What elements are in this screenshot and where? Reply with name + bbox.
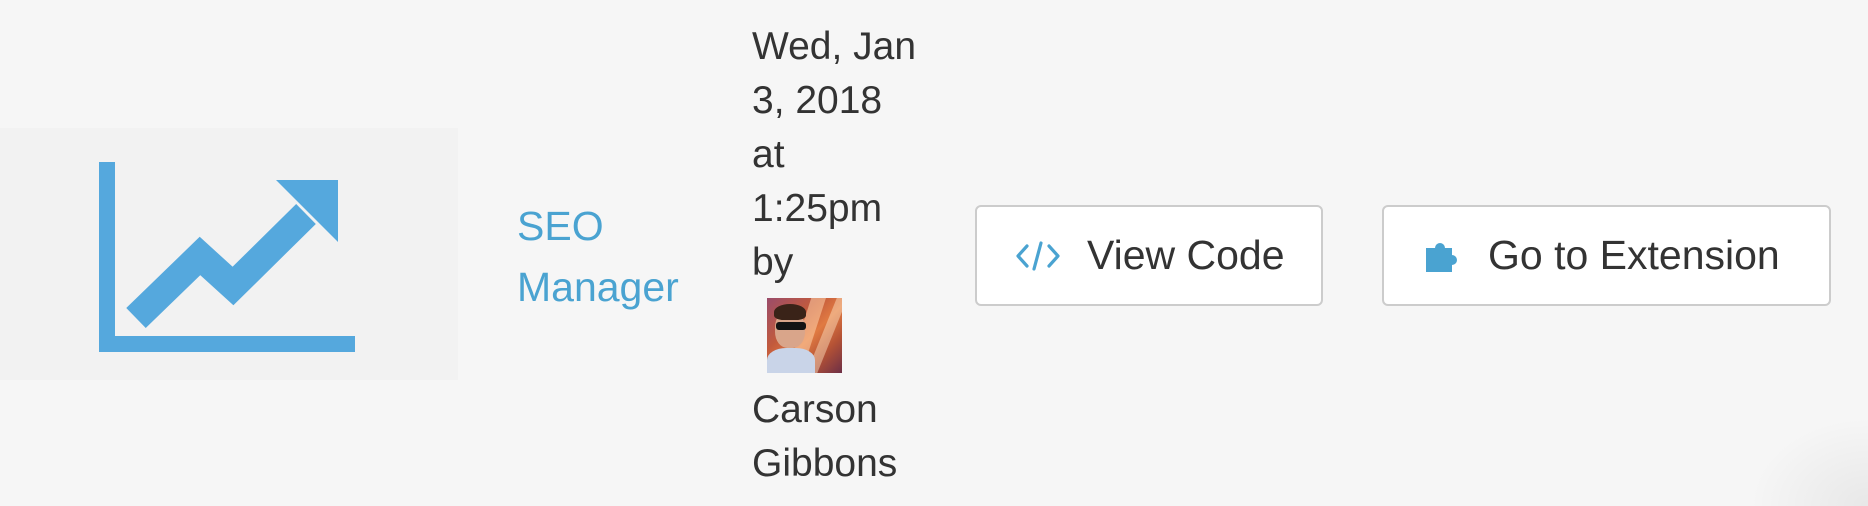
extension-row: SEO Manager Wed, Jan 3, 2018 at 1:25pm b…: [0, 0, 1868, 506]
by-text: by: [752, 241, 794, 284]
view-code-label: View Code: [1087, 232, 1285, 278]
view-code-button[interactable]: View Code: [975, 205, 1323, 306]
go-to-extension-label: Go to Extension: [1488, 232, 1780, 278]
at-text: at: [752, 133, 785, 176]
extension-thumbnail[interactable]: [0, 128, 458, 380]
time-text: 1:25pm: [752, 187, 883, 230]
puzzle-piece-icon: [1422, 236, 1462, 276]
code-icon: [1015, 240, 1061, 272]
trending-up-chart-icon: [99, 162, 355, 352]
go-to-extension-button[interactable]: Go to Extension: [1382, 205, 1831, 306]
date-line2: 3, 2018: [752, 79, 883, 122]
extension-meta: Wed, Jan 3, 2018 at 1:25pm by Carson Gib…: [752, 20, 932, 491]
extension-name-link[interactable]: SEO Manager: [517, 196, 717, 318]
corner-shadow: [1748, 416, 1868, 506]
author-last-name: Gibbons: [752, 442, 898, 485]
extension-name-line1: SEO: [517, 203, 604, 249]
author-avatar: [767, 298, 842, 373]
extension-name-line2: Manager: [517, 264, 679, 310]
date-line1: Wed, Jan: [752, 25, 917, 68]
author-first-name: Carson: [752, 388, 878, 431]
